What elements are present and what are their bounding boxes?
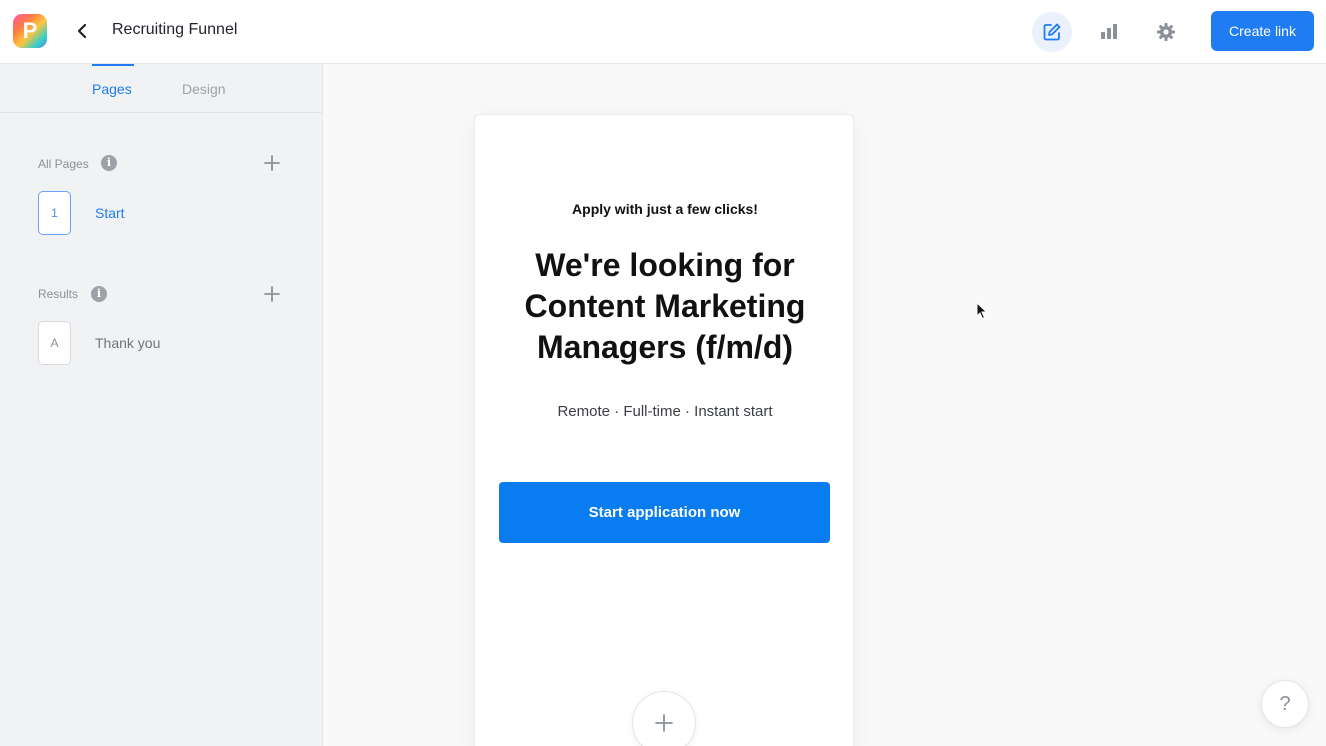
subline-text[interactable]: Remote · Full-time · Instant start xyxy=(475,403,855,420)
result-letter-badge: A xyxy=(38,321,71,365)
bar-chart-icon xyxy=(1101,24,1117,39)
page-preview[interactable]: Apply with just a few clicks! We're look… xyxy=(474,114,854,746)
back-button[interactable] xyxy=(72,20,94,42)
plus-icon xyxy=(264,155,280,171)
headline-text[interactable]: We're looking for Content Marketing Mana… xyxy=(495,245,835,368)
gear-icon xyxy=(1157,23,1175,41)
kicker-text[interactable]: Apply with just a few clicks! xyxy=(475,201,855,217)
top-header: P Recruiting Funnel Create link xyxy=(0,0,1326,64)
plus-icon xyxy=(655,714,673,732)
info-icon[interactable]: i xyxy=(91,286,107,302)
result-item-thank-you[interactable]: A Thank you xyxy=(38,321,278,365)
plus-icon xyxy=(264,286,280,302)
results-label: Results xyxy=(38,287,79,301)
start-application-button[interactable]: Start application now xyxy=(499,482,830,543)
statistics-button[interactable] xyxy=(1089,12,1129,52)
pages-sidebar: Pages Design All Pages i 1 Start Results… xyxy=(0,64,323,746)
page-number-badge: 1 xyxy=(38,191,71,235)
settings-button[interactable] xyxy=(1146,12,1186,52)
tab-pages[interactable]: Pages xyxy=(92,81,132,97)
active-tab-indicator xyxy=(92,64,134,66)
chevron-left-icon xyxy=(77,23,87,39)
page-name: Start xyxy=(95,205,125,221)
funnel-title: Recruiting Funnel xyxy=(112,21,238,38)
sidebar-tabs: Pages Design xyxy=(0,64,323,113)
tab-design[interactable]: Design xyxy=(182,81,226,97)
logo-letter: P xyxy=(22,18,38,43)
result-name: Thank you xyxy=(95,335,161,351)
editor-canvas: Apply with just a few clicks! We're look… xyxy=(324,64,1326,746)
page-item-start[interactable]: 1 Start xyxy=(38,191,278,235)
add-page-button[interactable] xyxy=(263,154,281,172)
add-result-button[interactable] xyxy=(263,285,281,303)
create-link-button[interactable]: Create link xyxy=(1211,11,1314,51)
mouse-cursor-icon xyxy=(976,302,988,320)
edit-mode-button[interactable] xyxy=(1032,12,1072,52)
add-block-button[interactable] xyxy=(632,691,696,746)
all-pages-label: All Pages xyxy=(38,157,89,171)
help-button[interactable]: ? xyxy=(1261,680,1309,728)
app-logo[interactable]: P xyxy=(13,14,47,48)
info-icon[interactable]: i xyxy=(101,155,117,171)
edit-icon xyxy=(1043,23,1061,41)
